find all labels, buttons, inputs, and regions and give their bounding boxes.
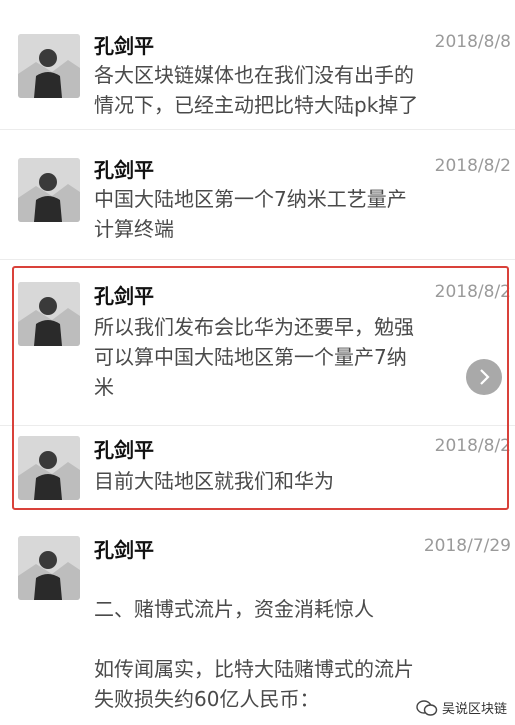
- message-date: 2018/7/29: [423, 536, 511, 556]
- chevron-right-icon: [480, 369, 490, 385]
- next-arrow-button[interactable]: [466, 359, 502, 395]
- message-item[interactable]: 孔剑平 2018/7/29 二、赌博式流片，资金消耗惊人 如传闻属实，比特大陆赌…: [0, 518, 515, 725]
- sender-name: 孔剑平: [94, 34, 154, 58]
- message-line: 各大区块链媒体也在我们没有出手的: [94, 63, 414, 87]
- message-item[interactable]: 孔剑平 2018/8/8 各大区块链媒体也在我们没有出手的 情况下，已经主动把比…: [0, 0, 515, 130]
- message-date: 2018/8/2: [434, 156, 511, 176]
- message-line: 情况下，已经主动把比特大陆pk掉了: [94, 93, 419, 117]
- avatar[interactable]: [18, 34, 80, 98]
- message-line: 如传闻属实，比特大陆赌博式的流片: [94, 657, 414, 681]
- message-text: 二、赌博式流片，资金消耗惊人 如传闻属实，比特大陆赌博式的流片 失败损失约60亿…: [94, 594, 494, 714]
- message-line: 中国大陆地区第一个7纳米工艺量产: [94, 187, 407, 211]
- sender-name: 孔剑平: [94, 538, 154, 562]
- sender-name: 孔剑平: [94, 158, 154, 182]
- message-line: 二、赌博式流片，资金消耗惊人: [94, 597, 374, 621]
- avatar[interactable]: [18, 158, 80, 222]
- watermark: 吴说区块链: [416, 698, 507, 717]
- watermark-text: 吴说区块链: [441, 702, 507, 717]
- message-text: 各大区块链媒体也在我们没有出手的 情况下，已经主动把比特大陆pk掉了: [94, 60, 494, 120]
- highlight-box: [12, 266, 509, 510]
- message-line: 计算终端: [94, 217, 174, 241]
- message-line: [94, 624, 494, 654]
- message-date: 2018/8/8: [434, 32, 511, 52]
- wechat-icon: [416, 699, 438, 716]
- message-text: 中国大陆地区第一个7纳米工艺量产 计算终端: [94, 184, 494, 244]
- avatar[interactable]: [18, 536, 80, 600]
- message-item[interactable]: 孔剑平 2018/8/2 中国大陆地区第一个7纳米工艺量产 计算终端: [0, 130, 515, 260]
